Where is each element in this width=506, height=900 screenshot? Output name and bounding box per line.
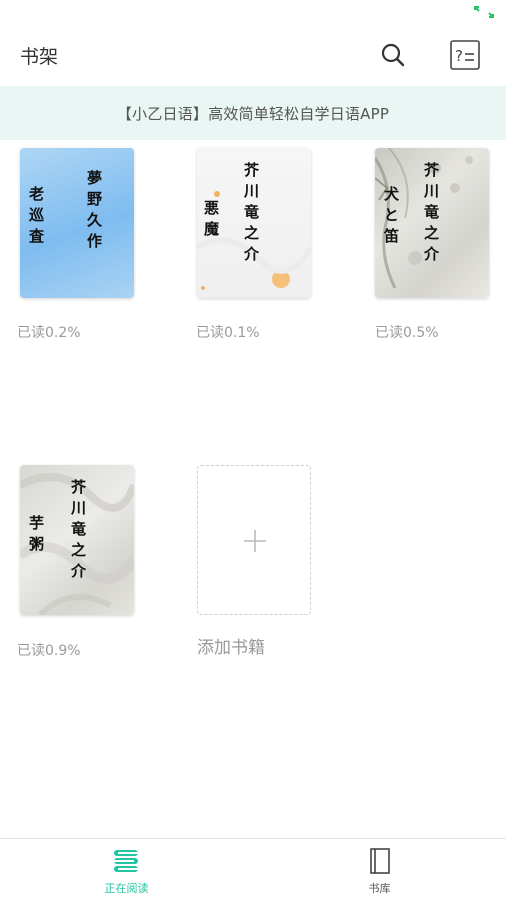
plus-icon [244,530,266,552]
help-button[interactable]: ? [448,38,482,72]
book-cover-4[interactable]: 芥川竜之介 芋粥 [20,465,134,615]
add-book-label[interactable]: 添加书籍 [197,633,265,658]
book-author: 夢野久作 [85,170,103,254]
banner-text: 【小乙日语】高效简单轻松自学日语APP [116,104,390,123]
add-book-button[interactable] [197,465,311,615]
promo-banner[interactable]: 【小乙日语】高效简单轻松自学日语APP [0,86,506,140]
page-title: 书架 [20,46,59,68]
tab-library[interactable]: 书库 [253,839,506,900]
tab-label: 正在阅读 [104,882,149,895]
book-cover-1[interactable]: 夢野久作 老巡査 [20,148,134,298]
reading-icon [114,850,138,872]
book-author: 芥川竜之介 [422,162,440,267]
book-title: 老巡査 [27,186,45,249]
bottom-tab-bar: 正在阅读 书库 [0,838,506,900]
app-header: 书架 ? [0,32,506,80]
book-title: 芋粥 [27,515,45,557]
book-progress: 已读0.9% [17,643,81,659]
book-progress: 已读0.1% [196,325,260,341]
search-icon [381,43,405,67]
book-author: 芥川竜之介 [69,479,87,584]
svg-text:?: ? [455,47,463,65]
expand-status-icon [474,6,494,18]
book-progress: 已读0.2% [17,325,81,341]
tab-label: 书库 [368,882,391,895]
search-button[interactable] [378,40,408,70]
book-cover-3[interactable]: 芥川竜之介 犬と笛 [375,148,489,298]
book-progress: 已读0.5% [375,325,439,341]
library-icon [370,848,390,874]
help-list-icon: ? [450,40,480,70]
tab-reading[interactable]: 正在阅读 [0,839,253,900]
book-title: 悪魔 [202,200,220,242]
bookshelf-screen: 书架 ? 【小乙日语】高效简单轻松自学日语APP 夢野久作 老巡査 已读0.2% [0,0,506,900]
book-author: 芥川竜之介 [242,162,260,267]
book-title: 犬と笛 [382,186,400,249]
book-cover-2[interactable]: 芥川竜之介 悪魔 [197,148,311,298]
